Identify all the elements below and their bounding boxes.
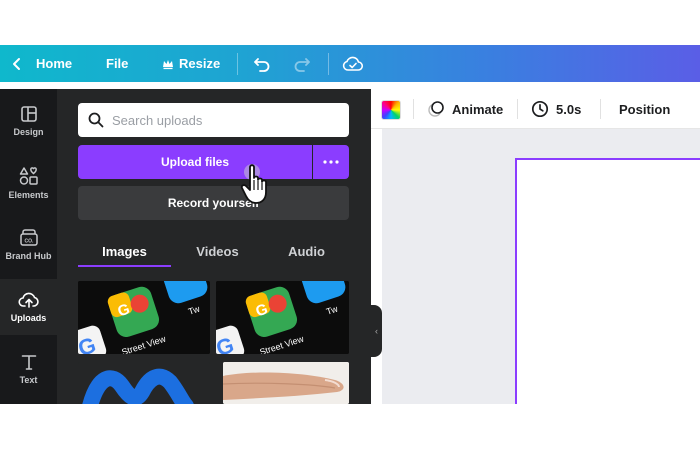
home-button[interactable]: Home: [10, 45, 72, 82]
rail-item-uploads[interactable]: Uploads: [0, 279, 57, 335]
upload-thumbnail[interactable]: G G Street View Tw: [216, 281, 349, 354]
upload-thumbnail[interactable]: [78, 362, 210, 404]
finger-photo-image: [223, 362, 349, 404]
topbar-divider: [328, 53, 329, 75]
cloud-check-icon: [342, 56, 364, 71]
redo-button[interactable]: [293, 45, 311, 82]
rail-label: Elements: [8, 190, 49, 200]
save-status-button[interactable]: [342, 45, 364, 82]
duration-button[interactable]: 5.0s: [531, 89, 581, 129]
text-icon: [21, 355, 36, 370]
layout-icon: [20, 106, 37, 122]
resize-label: Resize: [179, 56, 221, 71]
more-horizontal-icon: [323, 160, 339, 164]
tab-images[interactable]: Images: [78, 235, 171, 267]
resize-button[interactable]: Resize: [162, 45, 220, 82]
color-picker-button[interactable]: [381, 100, 401, 120]
chevron-left-icon: ‹: [375, 326, 378, 336]
tab-label: Images: [102, 243, 147, 259]
search-icon: [88, 112, 104, 128]
more-options-button[interactable]: [313, 145, 349, 179]
svg-text:CO.: CO.: [24, 239, 34, 245]
tab-videos[interactable]: Videos: [171, 235, 264, 267]
editor-toolbar: Animate 5.0s Position: [371, 89, 700, 129]
design-page[interactable]: [515, 158, 700, 404]
upload-thumbnail[interactable]: [223, 362, 349, 404]
topbar-divider: [237, 53, 238, 75]
rail-label: Brand Hub: [5, 251, 52, 261]
rail-label: Uploads: [10, 313, 47, 323]
uploads-panel: Upload files Record yourself Images Vide…: [57, 89, 371, 404]
position-button[interactable]: Position: [619, 89, 670, 129]
side-rail: Design Elements CO. Brand Hub Uploads Te…: [0, 89, 57, 404]
file-label: File: [106, 56, 129, 71]
redo-icon: [294, 57, 310, 72]
undo-icon: [254, 57, 270, 72]
rail-label: Design: [13, 127, 44, 137]
rail-item-brand-hub[interactable]: CO. Brand Hub: [0, 217, 57, 273]
cloud-upload-icon: [17, 292, 39, 308]
tab-label: Videos: [196, 243, 239, 259]
record-yourself-label: Record yourself: [167, 196, 260, 210]
upload-files-button[interactable]: Upload files: [78, 145, 312, 179]
position-label: Position: [619, 101, 671, 117]
rail-item-design[interactable]: Design: [0, 93, 57, 149]
animate-icon: [428, 101, 444, 117]
top-bar: Home File Resize: [0, 45, 700, 82]
upload-thumbnail[interactable]: G G Street View Tw: [78, 281, 210, 354]
rail-item-elements[interactable]: Elements: [0, 155, 57, 211]
meta-logo-image: [78, 362, 210, 404]
record-yourself-button[interactable]: Record yourself: [78, 186, 349, 220]
editor-window: Home File Resize Design Elements CO. Bra…: [0, 0, 700, 450]
crown-icon: [163, 59, 173, 69]
brand-icon: CO.: [19, 229, 38, 246]
app-icons-image: G G Street View Tw: [78, 281, 210, 354]
upload-files-label: Upload files: [160, 155, 229, 169]
app-icons-image: G G Street View Tw: [216, 281, 349, 354]
shapes-icon: [19, 167, 38, 185]
file-menu-button[interactable]: File: [106, 45, 128, 82]
duration-label: 5.0s: [556, 101, 582, 117]
chevron-left-icon: [13, 57, 20, 70]
rail-item-text[interactable]: Text: [0, 341, 57, 397]
tab-label: Audio: [288, 243, 325, 259]
animate-button[interactable]: Animate: [427, 89, 503, 129]
toolbar-divider: [413, 99, 414, 119]
tab-audio[interactable]: Audio: [264, 235, 349, 267]
clock-icon: [531, 100, 549, 118]
toolbar-divider: [600, 99, 601, 119]
search-input[interactable]: [112, 112, 332, 128]
collapse-panel-handle[interactable]: ‹: [371, 305, 382, 357]
active-tab-indicator: [78, 265, 171, 267]
animate-label: Animate: [452, 101, 504, 117]
home-label: Home: [36, 56, 73, 71]
rail-label: Text: [19, 375, 38, 385]
search-box[interactable]: [78, 103, 349, 137]
media-tabs: Images Videos Audio: [78, 235, 349, 267]
toolbar-divider: [517, 99, 518, 119]
undo-button[interactable]: [253, 45, 271, 82]
